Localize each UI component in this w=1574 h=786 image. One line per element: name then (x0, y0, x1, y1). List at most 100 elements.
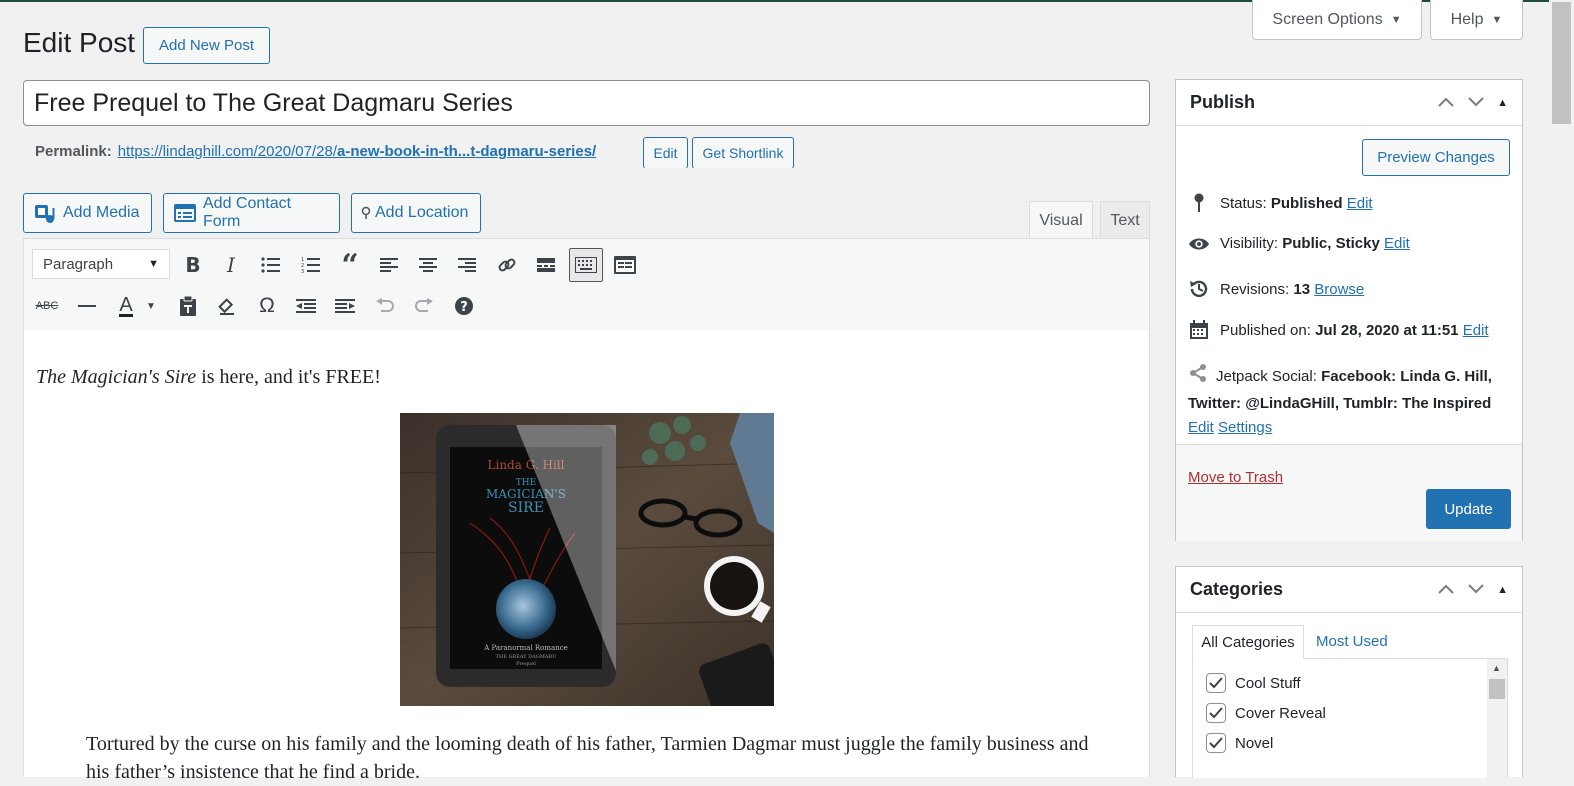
location-pin-icon (361, 206, 371, 219)
paste-text-icon[interactable] (172, 290, 204, 322)
media-icon (35, 205, 55, 223)
outdent-icon[interactable] (290, 290, 322, 322)
format-select[interactable]: Paragraph ▼ (32, 249, 170, 279)
intro-paragraph: The Magician's Sire is here, and it's FR… (36, 366, 381, 389)
book-cover-image[interactable]: Linda G. Hill THE MAGICIAN'S SIRE A Para… (400, 413, 774, 706)
read-more-icon[interactable] (530, 249, 562, 281)
link-icon[interactable] (491, 249, 523, 281)
intro-text: is here, and it's FREE! (196, 366, 381, 388)
category-item[interactable]: Novel (1206, 733, 1273, 753)
help-label: Help (1450, 10, 1484, 28)
help-question-icon[interactable]: ? (448, 290, 480, 322)
category-label: Cover Reveal (1235, 704, 1326, 722)
caret-down-icon: ▼ (148, 258, 159, 270)
browse-revisions-link[interactable]: Browse (1314, 281, 1364, 298)
publish-box: Publish ▲ Preview Changes Status: Publis… (1175, 79, 1523, 541)
checklist-scrollbar[interactable]: ▲ (1487, 659, 1507, 779)
revisions-label: Revisions: (1220, 280, 1290, 298)
book-title-italic: The Magician's Sire (36, 366, 197, 388)
get-shortlink-button[interactable]: Get Shortlink (692, 137, 794, 169)
synopsis-paragraph: Tortured by the curse on his family and … (86, 733, 1089, 783)
cover-title-3: SIRE (508, 500, 544, 516)
add-contact-form-button[interactable]: Add Contact Form (163, 193, 340, 233)
caret-down-icon: ▼ (1491, 13, 1503, 26)
align-left-icon[interactable] (373, 249, 405, 281)
preview-changes-button[interactable]: Preview Changes (1362, 139, 1510, 176)
clear-formatting-icon[interactable] (211, 290, 243, 322)
post-title-input[interactable]: Free Prequel to The Great Dagmaru Series (23, 80, 1150, 126)
collapse-toggle-icon[interactable]: ▲ (1497, 584, 1508, 596)
permalink-edit-button[interactable]: Edit (643, 137, 688, 169)
move-down-icon[interactable] (1467, 95, 1485, 111)
category-checkbox[interactable] (1206, 703, 1226, 723)
cover-tag: Prequel (516, 661, 536, 667)
publish-heading: Publish (1190, 92, 1256, 112)
text-color-icon[interactable]: A (110, 290, 142, 322)
history-icon (1188, 278, 1210, 300)
text-color-dropdown-icon[interactable]: ▼ (142, 290, 160, 322)
categories-box: Categories ▲ All Categories Most Used Co… (1175, 566, 1523, 779)
align-right-icon[interactable] (451, 249, 483, 281)
tab-most-used[interactable]: Most Used (1316, 633, 1388, 650)
scrollbar-thumb[interactable] (1552, 2, 1571, 124)
category-item[interactable]: Cover Reveal (1206, 703, 1326, 723)
published-on-edit-link[interactable]: Edit (1463, 322, 1489, 339)
category-checkbox[interactable] (1206, 673, 1226, 693)
help-button[interactable]: Help ▼ (1430, 0, 1523, 40)
align-center-icon[interactable] (412, 249, 444, 281)
tab-text[interactable]: Text (1100, 201, 1150, 239)
move-up-icon[interactable] (1437, 95, 1455, 111)
share-icon (1188, 363, 1210, 392)
visibility-edit-link[interactable]: Edit (1384, 235, 1410, 252)
category-item[interactable]: Cool Stuff (1206, 673, 1301, 693)
categories-heading: Categories (1190, 579, 1284, 599)
visibility-value: Public, Sticky (1282, 235, 1380, 252)
permalink-link[interactable]: https://lindaghill.com/2020/07/28/a-new-… (118, 143, 597, 160)
eye-icon (1188, 237, 1210, 251)
blockquote-icon[interactable]: “ (334, 248, 366, 283)
add-location-label: Add Location (375, 204, 469, 221)
undo-icon[interactable] (369, 290, 401, 322)
permalink-label: Permalink: (35, 143, 112, 160)
status-row: Status: Published Edit (1188, 193, 1373, 213)
form-icon (174, 204, 196, 222)
move-to-trash-link[interactable]: Move to Trash (1188, 469, 1283, 486)
category-checkbox[interactable] (1206, 733, 1226, 753)
indent-icon[interactable] (329, 290, 361, 322)
horizontal-line-icon[interactable] (71, 290, 103, 322)
distraction-free-icon[interactable] (609, 249, 641, 281)
numbered-list-icon[interactable]: 123 (295, 249, 327, 281)
collapse-toggle-icon[interactable]: ▲ (1497, 97, 1508, 109)
tab-visual[interactable]: Visual (1029, 201, 1093, 239)
bold-icon[interactable]: B (177, 249, 209, 281)
page-title: Edit Post (23, 27, 136, 58)
jetpack-social-row: Jetpack Social: Facebook: Linda G. Hill,… (1188, 363, 1514, 441)
bullet-list-icon[interactable] (255, 249, 287, 281)
strikethrough-icon[interactable]: ABC (31, 290, 63, 322)
toolbar-toggle-icon[interactable] (569, 248, 603, 282)
update-button[interactable]: Update (1426, 489, 1511, 529)
text-color-letter: A (119, 293, 133, 317)
svg-text:3: 3 (301, 269, 304, 273)
italic-icon[interactable]: I (215, 249, 247, 281)
permalink-base: https://lindaghill.com/2020/07/28/ (117, 143, 338, 160)
add-location-button[interactable]: Add Location (351, 193, 481, 233)
redo-icon[interactable] (408, 290, 440, 322)
revisions-row: Revisions: 13 Browse (1188, 278, 1364, 300)
add-new-post-button[interactable]: Add New Post (143, 27, 270, 64)
visibility-row: Visibility: Public, Sticky Edit (1188, 235, 1410, 252)
special-character-icon[interactable]: Ω (251, 290, 283, 322)
move-down-icon[interactable] (1467, 582, 1485, 598)
status-edit-link[interactable]: Edit (1347, 195, 1373, 212)
jetpack-edit-link[interactable]: Edit (1188, 419, 1214, 436)
editor-content[interactable]: The Magician's Sire is here, and it's FR… (23, 330, 1150, 783)
move-up-icon[interactable] (1437, 582, 1455, 598)
jetpack-line1: Facebook: Linda G. Hill, (1321, 368, 1492, 386)
tab-all-categories[interactable]: All Categories (1192, 625, 1304, 659)
cover-subtitle: A Paranormal Romance (483, 644, 568, 652)
page-scrollbar[interactable] (1549, 0, 1574, 777)
caret-down-icon: ▼ (1390, 13, 1402, 26)
add-media-button[interactable]: Add Media (23, 193, 152, 233)
screen-options-button[interactable]: Screen Options ▼ (1252, 0, 1422, 40)
jetpack-settings-link[interactable]: Settings (1218, 419, 1272, 436)
